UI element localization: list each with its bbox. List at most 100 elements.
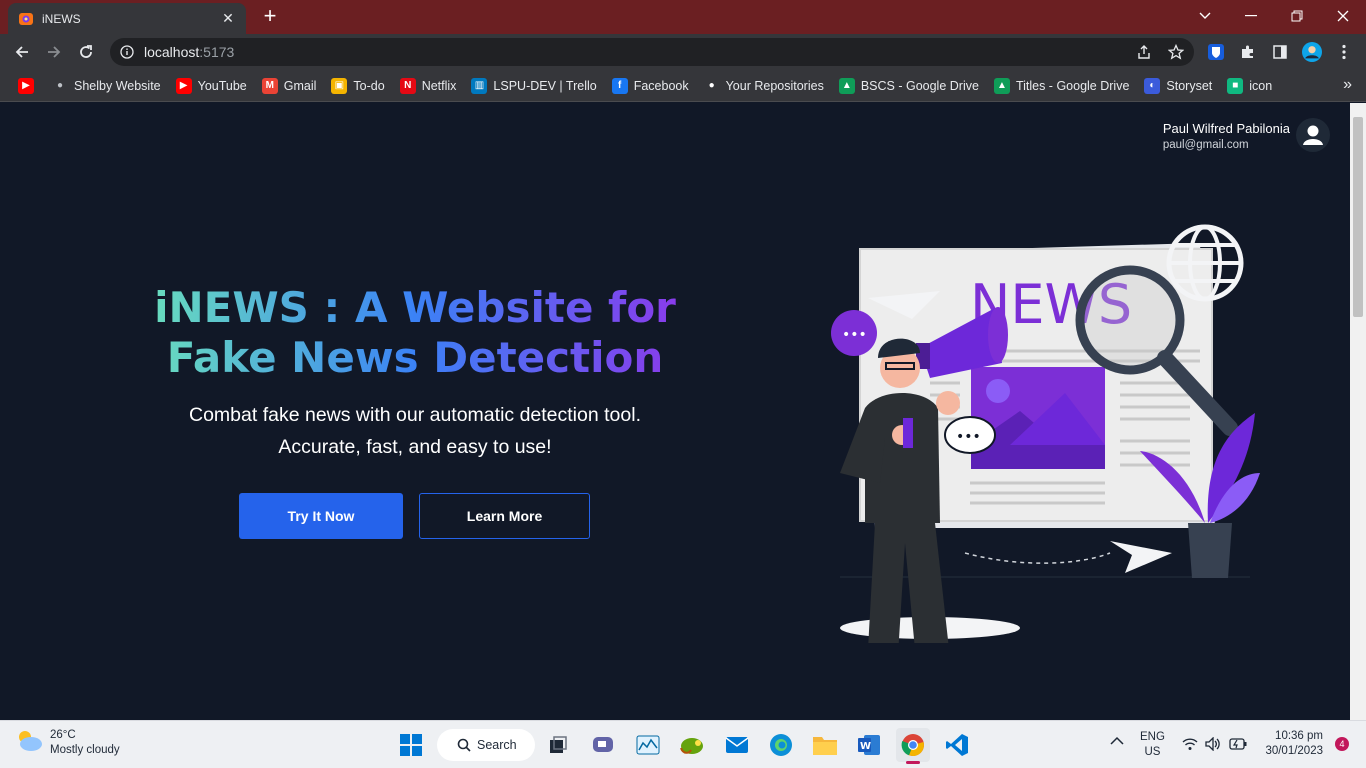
try-it-now-button[interactable]: Try It Now [239, 493, 403, 539]
user-info: Paul Wilfred Pabilonia paul@gmail.com [1163, 121, 1290, 151]
github-icon: ● [708, 80, 715, 91]
forward-button[interactable] [42, 40, 66, 64]
tab-search-icon[interactable] [1190, 4, 1220, 28]
classroom-icon: ▣ [331, 77, 348, 94]
user-avatar-icon[interactable] [1296, 118, 1330, 152]
system-clock[interactable]: 10:36 pm 30/01/2023 [1265, 729, 1323, 759]
bookmark-label: Storyset [1166, 78, 1213, 93]
new-tab-button[interactable]: + [258, 5, 282, 29]
battery-icon[interactable] [1229, 738, 1247, 753]
bookmark-label: To-do [353, 78, 385, 93]
vscode-icon[interactable] [940, 728, 974, 762]
bookmark-label: Facebook [633, 78, 689, 93]
tab-close-icon[interactable]: ✕ [220, 10, 236, 27]
bookmark-label: YouTube [197, 78, 247, 93]
browser-toolbar: localhost:5173 [0, 34, 1366, 70]
svg-text:W: W [860, 741, 871, 752]
bookmark-label: Shelby Website [74, 78, 161, 93]
bookmark-5[interactable]: N Netflix [394, 73, 463, 99]
bookmark-4[interactable]: ▣ To-do [325, 73, 390, 99]
bookmark-7[interactable]: f Facebook [606, 73, 695, 99]
bookmark-label: LSPU-DEV | Trello [493, 78, 597, 93]
bookmark-3[interactable]: M Gmail [256, 73, 323, 99]
bookmark-11[interactable]: ◐ Storyset [1138, 73, 1218, 99]
chameleon-app-icon[interactable] [675, 728, 709, 762]
language-line2: US [1144, 746, 1161, 758]
user-name: Paul Wilfred Pabilonia [1162, 121, 1290, 136]
bookmark-label: Gmail [283, 78, 317, 93]
chrome-menu-icon[interactable] [1334, 42, 1354, 62]
reload-button[interactable] [74, 40, 98, 64]
hero-subtitle-line2: Accurate, fast, and easy to use! [278, 436, 552, 458]
word-icon[interactable]: W [852, 728, 886, 762]
site-info-icon[interactable] [120, 45, 134, 59]
learn-more-button[interactable]: Learn More [419, 493, 590, 539]
teams-chat-icon[interactable] [586, 728, 620, 762]
search-icon [457, 738, 471, 752]
bookmarks-overflow-icon[interactable]: » [1343, 76, 1352, 94]
bookmark-label: Titles - Google Drive [1015, 78, 1130, 93]
windows-taskbar: 26°C Mostly cloudy Search W ENG US 10:36… [0, 720, 1366, 768]
clock-time: 10:36 pm [1275, 730, 1323, 742]
bookmark-1[interactable]: ● Shelby Website [46, 73, 167, 99]
bookmark-label: Netflix [421, 78, 457, 93]
mail-icon[interactable] [720, 728, 754, 762]
bookmark-9[interactable]: ▲ BSCS - Google Drive [833, 73, 985, 99]
page-scrollbar[interactable] [1350, 103, 1366, 720]
globe-icon: ● [56, 80, 64, 91]
page-viewport: Paul Wilfred Pabilonia paul@gmail.com iN… [0, 103, 1350, 720]
notification-badge[interactable]: 4 [1335, 737, 1349, 751]
bitwarden-extension-icon[interactable] [1206, 42, 1226, 62]
share-icon[interactable] [1134, 42, 1154, 62]
bookmark-10[interactable]: ▲ Titles - Google Drive [988, 73, 1135, 99]
facebook-icon: f [611, 77, 628, 94]
trello-icon: ▥ [471, 77, 488, 94]
bookmark-label: Your Repositories [725, 78, 824, 93]
hero-subtitle: Combat fake news with our automatic dete… [120, 399, 710, 463]
hero-subtitle-line1: Combat fake news with our automatic dete… [189, 404, 641, 426]
svg-text:•••: ••• [956, 429, 981, 445]
minimize-button[interactable] [1236, 4, 1266, 28]
wifi-icon[interactable] [1182, 737, 1198, 754]
start-button[interactable] [394, 728, 428, 762]
taskbar-search-button[interactable]: Search [437, 729, 535, 761]
url-host: localhost [144, 44, 200, 60]
task-view-icon[interactable] [541, 728, 575, 762]
language-indicator[interactable]: ENG US [1140, 730, 1165, 760]
bookmark-0[interactable]: ▶ [12, 73, 46, 99]
bookmark-star-icon[interactable] [1166, 42, 1186, 62]
tab-strip: iNEWS ✕ + [0, 0, 1366, 34]
extensions-puzzle-icon[interactable] [1238, 42, 1258, 62]
close-window-button[interactable] [1328, 4, 1358, 28]
side-panel-icon[interactable] [1270, 42, 1290, 62]
show-hidden-icons-button[interactable] [1110, 736, 1124, 749]
gmail-icon: M [261, 77, 278, 94]
file-explorer-icon[interactable] [808, 728, 842, 762]
news-reporter-illustration: NEWS ••• ••• [831, 224, 1260, 643]
chrome-icon[interactable] [896, 728, 930, 764]
scrollbar-thumb[interactable] [1353, 117, 1363, 317]
address-bar[interactable]: localhost:5173 [110, 38, 1194, 66]
bookmark-6[interactable]: ▥ LSPU-DEV | Trello [465, 73, 602, 99]
edge-browser-icon[interactable] [764, 728, 798, 762]
weather-desc: Mostly cloudy [50, 743, 120, 756]
volume-icon[interactable] [1205, 736, 1221, 754]
bookmark-12[interactable]: ■ icon [1221, 73, 1278, 99]
bookmark-2[interactable]: ▶ YouTube [170, 73, 253, 99]
user-email: paul@gmail.com [1162, 139, 1249, 151]
weather-widget[interactable]: 26°C Mostly cloudy [14, 727, 120, 758]
hero-title: iNEWS : A Website for Fake News Detectio… [120, 283, 710, 383]
storyset-icon: ◐ [1144, 77, 1161, 94]
bookmark-8[interactable]: ● Your Repositories [698, 73, 830, 99]
clock-date: 30/01/2023 [1265, 745, 1323, 757]
profile-avatar-icon[interactable] [1302, 42, 1322, 62]
tab-inews[interactable]: iNEWS ✕ [8, 3, 246, 34]
stock-monitor-icon[interactable] [631, 728, 665, 762]
youtube-icon: ▶ [18, 77, 34, 94]
taskbar-search-label: Search [477, 738, 517, 752]
back-button[interactable] [10, 40, 34, 64]
restore-button[interactable] [1282, 4, 1312, 28]
weather-temp: 26°C [50, 728, 76, 741]
drive-icon: ▲ [838, 77, 855, 94]
url-port: :5173 [199, 44, 235, 60]
